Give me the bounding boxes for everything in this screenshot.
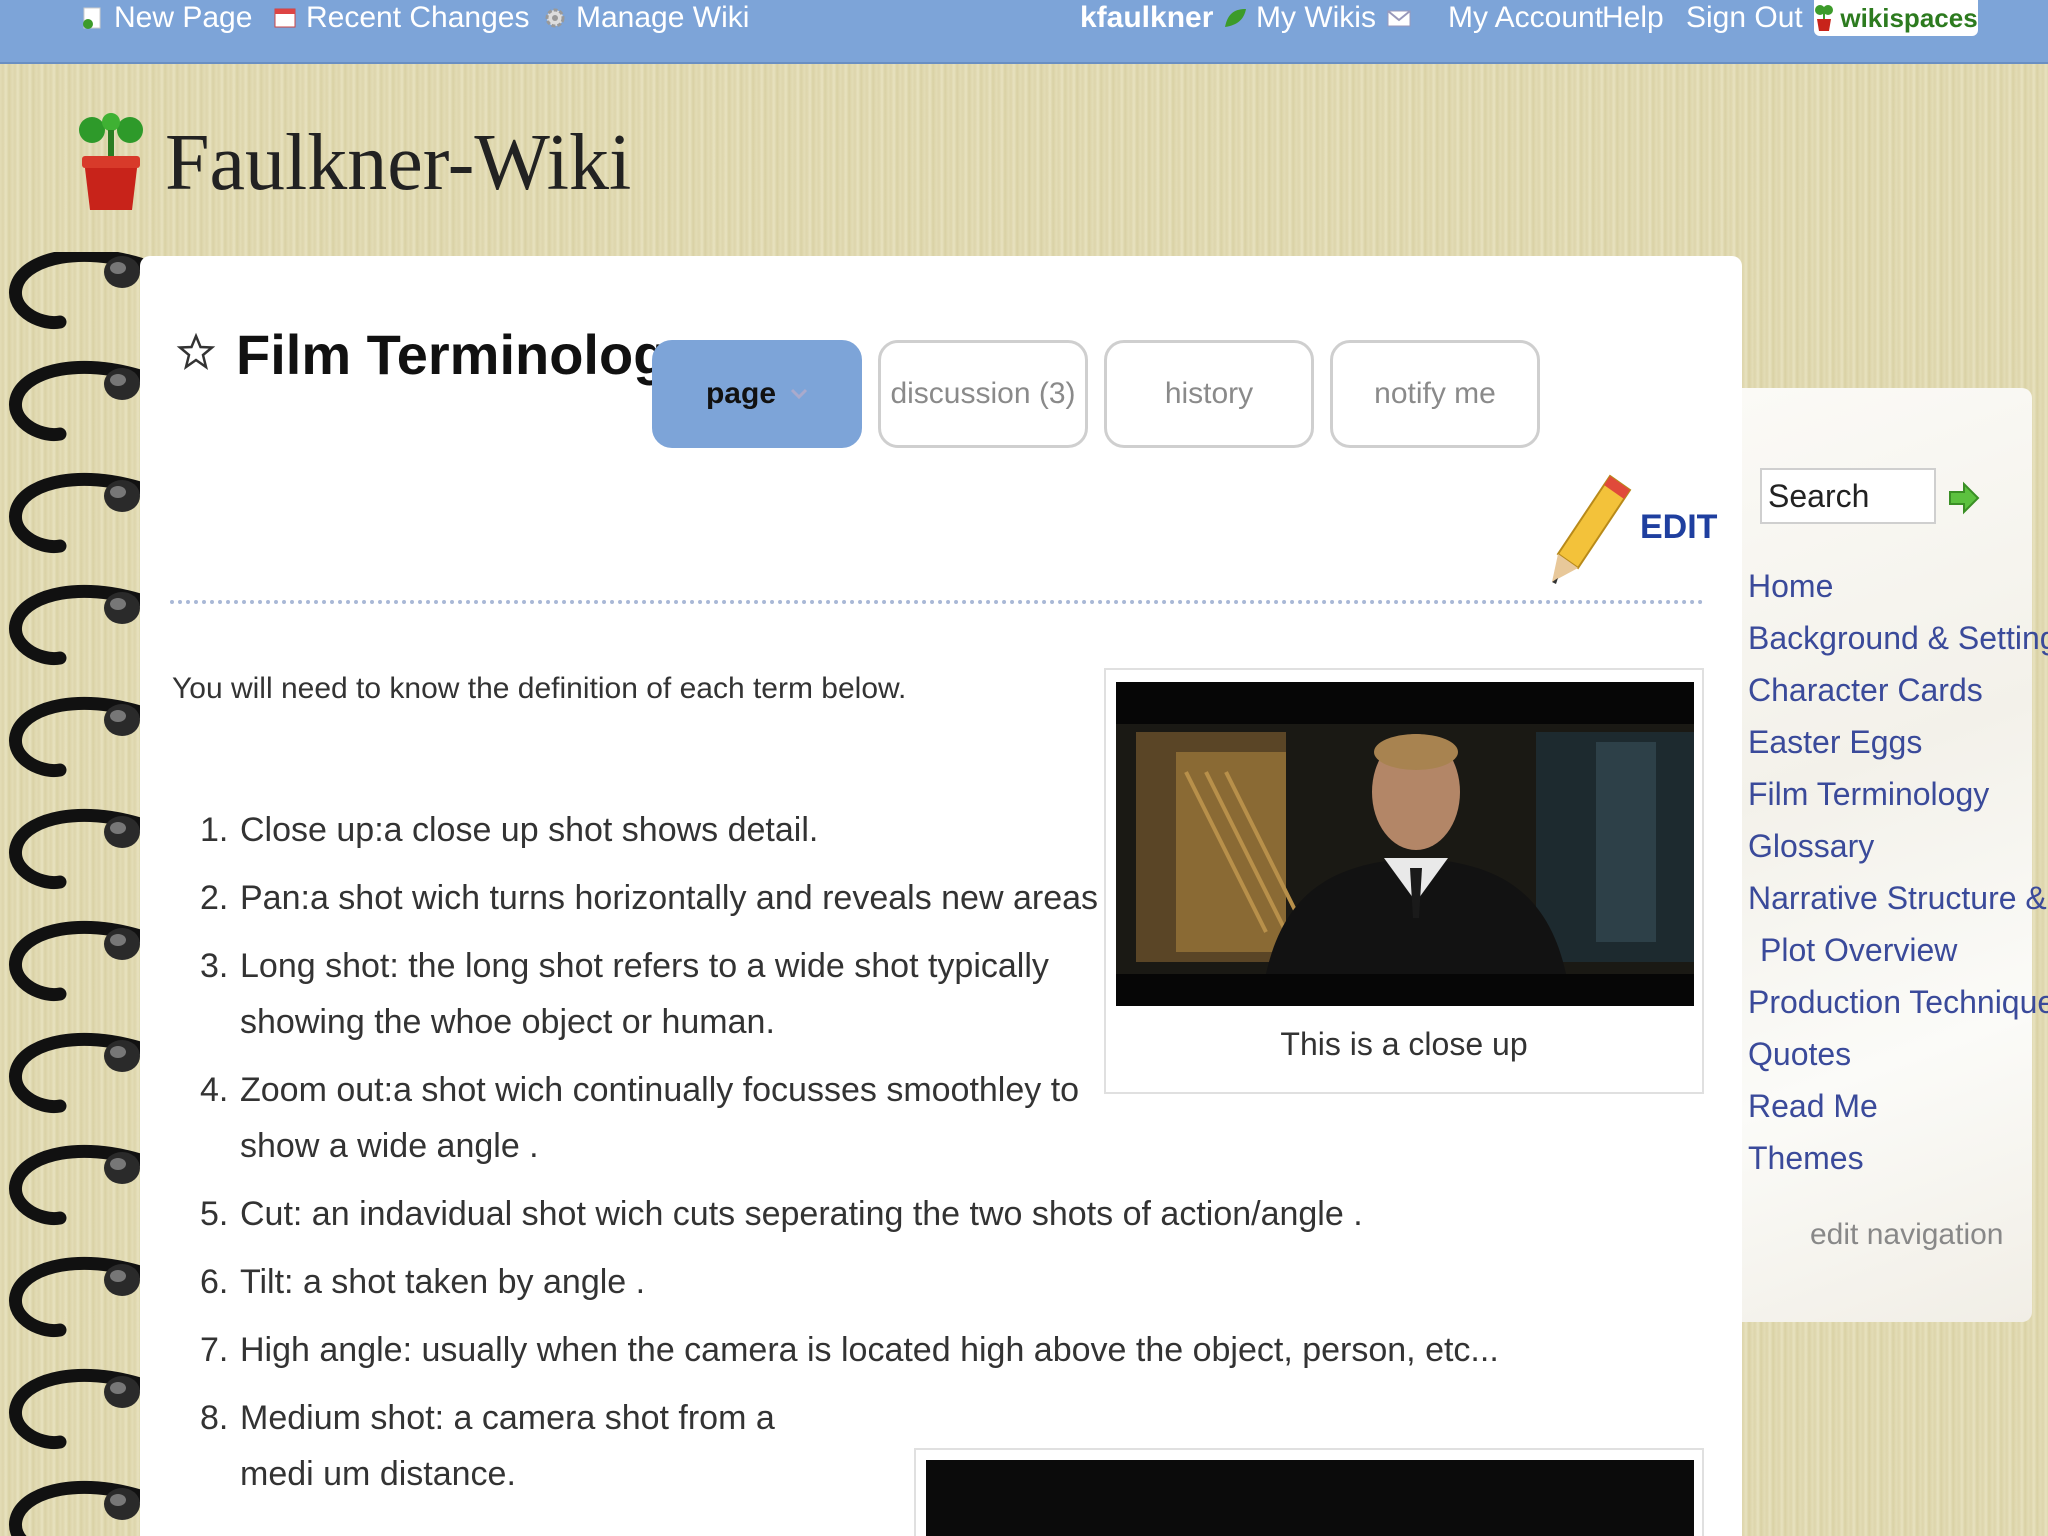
star-icon[interactable] bbox=[176, 332, 216, 372]
page-content-panel: Film Terminology page discussion (3) his… bbox=[140, 256, 1742, 1536]
closeup-figure: This is a close up bbox=[1104, 668, 1704, 1094]
list-item: 3. Long shot: the long shot refers to a w… bbox=[200, 938, 1100, 1050]
sidebar-item-themes[interactable]: Themes bbox=[1748, 1132, 2048, 1184]
sidebar-item-background-setting[interactable]: Background & Setting bbox=[1748, 612, 2048, 664]
gear-icon bbox=[545, 8, 565, 28]
list-item-text: Medium shot: a camera shot from a medi u… bbox=[240, 1399, 775, 1493]
chevron-down-icon bbox=[790, 388, 808, 400]
list-item-text: High angle: usually when the camera is l… bbox=[240, 1331, 1499, 1369]
user-link[interactable]: kfaulkner bbox=[1080, 0, 1213, 36]
list-item: 6. Tilt: a shot taken by angle . bbox=[200, 1254, 1580, 1310]
potted-plant-logo bbox=[79, 113, 143, 210]
sidebar-item-quotes[interactable]: Quotes bbox=[1748, 1028, 2048, 1080]
sidebar-item-read-me[interactable]: Read Me bbox=[1748, 1080, 2048, 1132]
pencil-icon[interactable] bbox=[1544, 470, 1636, 590]
tab-page-label: page bbox=[705, 377, 777, 410]
list-item-number: 2. bbox=[200, 879, 229, 917]
wikispaces-logo[interactable]: wikispaces bbox=[1814, 0, 1978, 36]
tab-notify-me[interactable]: notify me bbox=[1330, 340, 1540, 448]
sidebar-item-film-terminology[interactable]: Film Terminology bbox=[1748, 768, 2048, 820]
list-item-text: Tilt: a shot taken by angle . bbox=[240, 1263, 646, 1301]
list-item-number: 6. bbox=[200, 1263, 229, 1301]
sign-out-label: Sign Out bbox=[1686, 1, 1803, 34]
my-wikis-label: My Wikis bbox=[1256, 1, 1376, 34]
list-item: 5. Cut: an indavidual shot wich cuts sepe… bbox=[200, 1186, 1580, 1242]
tab-page[interactable]: page bbox=[652, 340, 862, 448]
list-item-number: 4. bbox=[200, 1071, 229, 1109]
sidebar-item-plot-overview[interactable]: Plot Overview bbox=[1748, 924, 2048, 976]
sign-out-link[interactable]: Sign Out bbox=[1686, 0, 1803, 36]
edit-button[interactable]: EDIT bbox=[1640, 508, 1717, 547]
search-input[interactable] bbox=[1760, 468, 1936, 524]
page-title: Film Terminology bbox=[236, 323, 699, 386]
my-account-label: My Account bbox=[1448, 1, 1604, 34]
recent-changes-icon bbox=[274, 8, 296, 28]
list-item-number: 3. bbox=[200, 947, 229, 985]
list-item: 8. Medium shot: a camera shot from a medi… bbox=[200, 1390, 800, 1502]
list-item-text: Cut: an indavidual shot wich cuts sepera… bbox=[240, 1195, 1363, 1233]
sidebar-item-character-cards[interactable]: Character Cards bbox=[1748, 664, 2048, 716]
list-item-number: 1. bbox=[200, 811, 229, 849]
my-account-link[interactable]: My Account bbox=[1448, 0, 1603, 36]
wikispaces-label: wikispaces bbox=[1840, 2, 1978, 33]
manage-wiki-link[interactable]: Manage Wiki bbox=[542, 0, 749, 36]
sidebar-item-easter-eggs[interactable]: Easter Eggs bbox=[1748, 716, 2048, 768]
top-navigation-bar: New Page Recent Changes Manage Wiki kfau… bbox=[0, 0, 2048, 64]
list-item-number: 7. bbox=[200, 1331, 229, 1369]
recent-changes-link[interactable]: Recent Changes bbox=[272, 0, 529, 36]
second-figure bbox=[914, 1448, 1704, 1536]
tab-discussion-label: discussion (3) bbox=[890, 377, 1076, 410]
tab-history-label: history bbox=[1164, 377, 1254, 410]
film-still-image bbox=[1116, 682, 1694, 1006]
list-item-text: Close up:a close up shot shows detail. bbox=[240, 811, 819, 849]
help-link[interactable]: Help bbox=[1602, 0, 1664, 36]
sidebar-item-narrative-structure[interactable]: Narrative Structure & bbox=[1748, 872, 2048, 924]
new-page-icon bbox=[83, 7, 101, 29]
tab-notify-me-label: notify me bbox=[1374, 377, 1496, 410]
sidebar-navigation: Home Background & Setting Character Card… bbox=[1748, 560, 2048, 1184]
tab-history[interactable]: history bbox=[1104, 340, 1314, 448]
sidebar-item-production-techniques[interactable]: Production Techniques bbox=[1748, 976, 2048, 1028]
list-item-number: 8. bbox=[200, 1399, 229, 1437]
list-item-number: 5. bbox=[200, 1195, 229, 1233]
list-item-text: Pan:a shot wich turns horizontally and r… bbox=[240, 879, 1117, 917]
my-wikis-link[interactable]: My Wikis bbox=[1222, 0, 1376, 36]
figure-caption: This is a close up bbox=[1280, 1026, 1528, 1062]
new-page-link[interactable]: New Page bbox=[80, 0, 252, 36]
sidebar-item-home[interactable]: Home bbox=[1748, 560, 2048, 612]
arrow-right-icon[interactable] bbox=[1946, 480, 1982, 516]
envelope-icon bbox=[1387, 10, 1411, 27]
recent-changes-label: Recent Changes bbox=[306, 1, 530, 34]
new-page-label: New Page bbox=[114, 1, 253, 34]
help-label: Help bbox=[1602, 1, 1664, 34]
film-still-image bbox=[926, 1460, 1694, 1536]
leaf-icon bbox=[1225, 9, 1246, 27]
intro-text: You will need to know the definition of … bbox=[172, 672, 907, 705]
list-item: 4. Zoom out:a shot wich continually focus… bbox=[200, 1062, 1100, 1174]
messages-link[interactable] bbox=[1386, 0, 1412, 36]
tab-discussion[interactable]: discussion (3) bbox=[878, 340, 1088, 448]
username-label: kfaulkner bbox=[1080, 1, 1214, 34]
plant-icon bbox=[1815, 5, 1834, 31]
site-title[interactable]: Faulkner-Wiki bbox=[165, 118, 631, 209]
edit-navigation-link[interactable]: edit navigation bbox=[1810, 1218, 2003, 1252]
list-item-text: Zoom out:a shot wich continually focusse… bbox=[240, 1071, 1080, 1165]
list-item-text: Long shot: the long shot refers to a wid… bbox=[240, 947, 1049, 1041]
spiral-binding-decoration bbox=[0, 252, 145, 1536]
list-item: 7. High angle: usually when the camera is… bbox=[200, 1322, 1580, 1378]
title-divider bbox=[170, 600, 1704, 604]
manage-wiki-label: Manage Wiki bbox=[576, 1, 750, 34]
sidebar-item-glossary[interactable]: Glossary bbox=[1748, 820, 2048, 872]
sidebar: Home Background & Setting Character Card… bbox=[1742, 388, 2048, 1322]
